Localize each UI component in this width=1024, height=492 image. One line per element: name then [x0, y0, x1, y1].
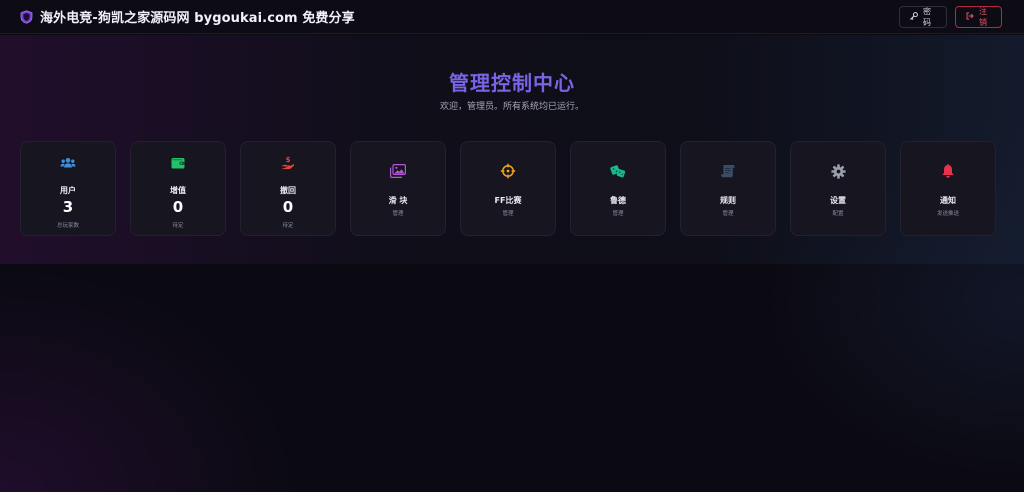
- card-label: 滑 块: [388, 196, 408, 205]
- card-label: 规则: [720, 196, 736, 205]
- dice-icon: [610, 163, 626, 179]
- dashboard-hero: 管理控制中心 欢迎，管理员。所有系统均已运行。 用户 3 总玩家数 增值 0 待…: [0, 35, 1024, 264]
- page-title: 管理控制中心: [449, 71, 575, 95]
- gear-icon: [830, 163, 846, 179]
- card-sub: 配置: [832, 211, 844, 217]
- site-title: 海外电竞-狗凯之家源码网 bygoukai.com 免费分享: [40, 11, 355, 26]
- card-label: 通知: [940, 196, 956, 205]
- card-users[interactable]: 用户 3 总玩家数: [20, 141, 116, 236]
- bell-icon: [940, 163, 956, 179]
- card-sub: 管理: [502, 211, 514, 217]
- page-subtitle: 欢迎，管理员。所有系统均已运行。: [439, 102, 584, 112]
- top-actions: 密码 注销: [899, 5, 1002, 28]
- scroll-icon: [720, 163, 736, 179]
- card-label: 设置: [830, 196, 846, 205]
- card-sub: 待定: [282, 223, 294, 229]
- card-value: 3: [62, 198, 74, 216]
- card-withdraw[interactable]: $ 撤回 0 待定: [240, 141, 336, 236]
- logout-button-label: 注销: [979, 6, 987, 27]
- card-value: 0: [172, 198, 184, 216]
- card-label: FF比赛: [494, 196, 522, 205]
- card-label: 鲁德: [610, 196, 626, 205]
- card-label: 增值: [170, 186, 186, 195]
- svg-text:$: $: [286, 156, 291, 164]
- shield-icon: [20, 9, 33, 24]
- password-button-label: 密码: [923, 6, 931, 27]
- card-slider[interactable]: 滑 块 管理: [350, 141, 446, 236]
- hand-money-icon: $: [280, 155, 296, 171]
- logout-button[interactable]: 注销: [955, 5, 1002, 28]
- key-icon: [910, 11, 918, 22]
- wallet-icon: [170, 155, 186, 171]
- card-deposit[interactable]: 增值 0 待定: [130, 141, 226, 236]
- card-label: 用户: [60, 186, 76, 195]
- sign-out-icon: [966, 12, 974, 22]
- dashboard-cards: 用户 3 总玩家数 增值 0 待定 $ 撤回 0 待定 滑 块 管理 FF比赛 …: [20, 141, 996, 236]
- brand[interactable]: 海外电竞-狗凯之家源码网 bygoukai.com 免费分享: [20, 7, 355, 26]
- page: 海外电竞-狗凯之家源码网 bygoukai.com 免费分享 密码 注销 管理控…: [0, 0, 1024, 492]
- card-notify[interactable]: 通知 发送推送: [900, 141, 996, 236]
- card-value: 0: [282, 198, 294, 216]
- images-icon: [390, 163, 406, 179]
- password-button[interactable]: 密码: [899, 5, 947, 28]
- card-sub: 管理: [612, 211, 624, 217]
- card-rules[interactable]: 规则 管理: [680, 141, 776, 236]
- card-ludo[interactable]: 鲁德 管理: [570, 141, 666, 236]
- users-icon: [60, 155, 76, 171]
- card-sub: 待定: [172, 223, 184, 229]
- card-ff-match[interactable]: FF比赛 管理: [460, 141, 556, 236]
- card-label: 撤回: [280, 186, 296, 195]
- card-settings[interactable]: 设置 配置: [790, 141, 886, 236]
- card-sub: 发送推送: [936, 211, 959, 217]
- top-navbar: 海外电竞-狗凯之家源码网 bygoukai.com 免费分享 密码 注销: [0, 0, 1024, 34]
- card-sub: 总玩家数: [56, 223, 79, 229]
- card-sub: 管理: [392, 211, 404, 217]
- card-sub: 管理: [722, 211, 734, 217]
- crosshairs-icon: [500, 163, 516, 179]
